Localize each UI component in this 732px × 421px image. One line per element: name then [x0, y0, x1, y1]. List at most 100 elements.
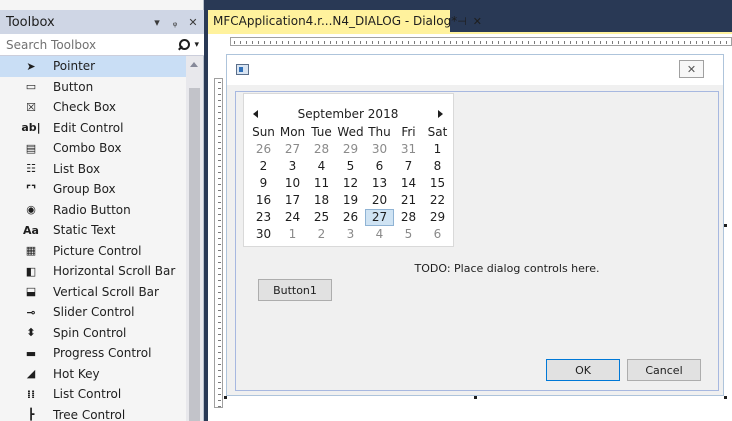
calendar-weekday: Tue — [311, 125, 332, 139]
cancel-button[interactable]: Cancel — [627, 359, 701, 381]
search-icon[interactable] — [176, 38, 191, 52]
calendar-day[interactable]: 1 — [423, 141, 452, 158]
calendar-day[interactable]: 13 — [365, 175, 394, 192]
chevron-down-icon[interactable]: ▾ — [150, 16, 164, 29]
calendar-day[interactable]: 1 — [278, 226, 307, 243]
calendar-day[interactable]: 30 — [365, 141, 394, 158]
toolbox-header: Toolbox ▾ ᵩ ✕ — [0, 10, 204, 34]
calendar-day[interactable]: 26 — [249, 141, 278, 158]
toolbox-item-slider-control[interactable]: ⊸ Slider Control — [0, 302, 186, 323]
calendar-day[interactable]: 4 — [365, 226, 394, 243]
ok-button[interactable]: OK — [546, 359, 620, 381]
close-icon[interactable]: ✕ — [186, 16, 200, 29]
calendar-day[interactable]: 9 — [249, 175, 278, 192]
calendar-day[interactable]: 28 — [307, 141, 336, 158]
calendar-day[interactable]: 31 — [394, 141, 423, 158]
calendar-day[interactable]: 12 — [336, 175, 365, 192]
toolbox-item-label: Hot Key — [53, 366, 100, 381]
toolbox-item-label: Combo Box — [53, 141, 122, 156]
toolbox-item-tree-control[interactable]: ┣ Tree Control — [0, 405, 186, 421]
month-calendar-control[interactable]: September 2018 Sun Mon Tue Wed Thu Fri Sat 26 27… — [243, 93, 454, 247]
calendar-day[interactable]: 20 — [365, 192, 394, 209]
checkbox-icon: ☒ — [26, 100, 36, 114]
toolbox-item-combo-box[interactable]: ▤ Combo Box — [0, 138, 186, 159]
toolbox-item-check-box[interactable]: ☒ Check Box — [0, 97, 186, 118]
tab-close-icon[interactable]: ✕ — [473, 15, 482, 28]
toolbox-item-horizontal-scroll-bar[interactable]: ◧ Horizontal Scroll Bar — [0, 261, 186, 282]
toolbox-item-spin-control[interactable]: ⬍ Spin Control — [0, 323, 186, 344]
calendar-day[interactable]: 22 — [423, 192, 452, 209]
toolbox-scrollbar[interactable] — [186, 56, 203, 421]
tab-pin-icon[interactable]: ⊣ — [457, 15, 467, 28]
calendar-day[interactable]: 5 — [336, 158, 365, 175]
toolbox-item-hot-key[interactable]: ◢ Hot Key — [0, 364, 186, 385]
calendar-day[interactable]: 24 — [278, 209, 307, 226]
toolbox-item-label: Vertical Scroll Bar — [53, 284, 159, 299]
calendar-day[interactable]: 28 — [394, 209, 423, 226]
calendar-day[interactable]: 8 — [423, 158, 452, 175]
calendar-day[interactable]: 7 — [394, 158, 423, 175]
calendar-day[interactable]: 29 — [423, 209, 452, 226]
calendar-day[interactable]: 6 — [365, 158, 394, 175]
toolbox-item-vertical-scroll-bar[interactable]: ⬓ Vertical Scroll Bar — [0, 282, 186, 303]
calendar-day[interactable]: 23 — [249, 209, 278, 226]
calendar-day[interactable]: 3 — [278, 158, 307, 175]
toolbox-item-group-box[interactable]: ⌜⌝ Group Box — [0, 179, 186, 200]
toolbox-item-list-box[interactable]: ☷ List Box — [0, 159, 186, 180]
todo-static-text[interactable]: TODO: Place dialog controls here. — [397, 262, 617, 275]
dialog-close-button[interactable]: ✕ — [679, 60, 704, 78]
scrollbar-thumb[interactable] — [189, 88, 200, 421]
calendar-day[interactable]: 16 — [249, 192, 278, 209]
resize-handle-bottom-right[interactable] — [724, 396, 727, 399]
calendar-day[interactable]: 14 — [394, 175, 423, 192]
toolbox-item-edit-control[interactable]: ab| Edit Control — [0, 118, 186, 139]
search-input[interactable] — [6, 37, 177, 52]
resize-handle-bottom-left[interactable] — [224, 396, 227, 399]
calendar-day[interactable]: 11 — [307, 175, 336, 192]
toolbox-item-label: Progress Control — [53, 346, 152, 361]
calendar-week-row: 30 1 2 3 4 5 6 — [249, 226, 453, 243]
calendar-day-today[interactable]: 27 — [365, 209, 394, 226]
scroll-up-arrow-icon[interactable] — [190, 62, 198, 67]
group-box-icon: ⌜⌝ — [25, 182, 37, 196]
calendar-day[interactable]: 4 — [307, 158, 336, 175]
calendar-day[interactable]: 2 — [307, 226, 336, 243]
calendar-week-row: 16 17 18 19 20 21 22 — [249, 192, 453, 209]
calendar-day[interactable]: 17 — [278, 192, 307, 209]
calendar-day[interactable]: 19 — [336, 192, 365, 209]
calendar-next-month-icon[interactable] — [438, 110, 443, 118]
calendar-day[interactable]: 21 — [394, 192, 423, 209]
resize-handle-bottom[interactable] — [474, 396, 477, 399]
vscroll-icon: ⬓ — [25, 285, 37, 299]
calendar-day[interactable]: 27 — [278, 141, 307, 158]
dialog-window[interactable]: ✕ September 2018 Sun Mon Tue Wed Thu Fri Sat 26… — [226, 54, 724, 396]
calendar-day[interactable]: 3 — [336, 226, 365, 243]
calendar-day[interactable]: 2 — [249, 158, 278, 175]
calendar-day[interactable]: 6 — [423, 226, 452, 243]
calendar-day[interactable]: 15 — [423, 175, 452, 192]
calendar-day[interactable]: 18 — [307, 192, 336, 209]
toolbox-item-pointer[interactable]: ➤ Pointer — [0, 56, 186, 77]
calendar-day[interactable]: 25 — [307, 209, 336, 226]
static-text-icon: Aa — [23, 223, 39, 237]
resize-handle-right[interactable] — [724, 224, 727, 227]
button1[interactable]: Button1 — [258, 279, 332, 301]
toolbox-item-static-text[interactable]: Aa Static Text — [0, 220, 186, 241]
calendar-day[interactable]: 29 — [336, 141, 365, 158]
calendar-day[interactable]: 5 — [394, 226, 423, 243]
radio-button-icon: ◉ — [26, 203, 36, 217]
toolbox-item-progress-control[interactable]: ▬ Progress Control — [0, 343, 186, 364]
toolbox-item-label: Static Text — [53, 223, 116, 238]
document-tab[interactable]: MFCApplication4.r...N4_DIALOG - Dialog* … — [208, 10, 482, 32]
toolbox-item-radio-button[interactable]: ◉ Radio Button — [0, 200, 186, 221]
pin-icon[interactable]: ᵩ — [168, 16, 182, 29]
calendar-day[interactable]: 30 — [249, 226, 278, 243]
calendar-day[interactable]: 10 — [278, 175, 307, 192]
toolbox-item-button[interactable]: ▭ Button — [0, 77, 186, 98]
toolbox-item-picture-control[interactable]: ▦ Picture Control — [0, 241, 186, 262]
calendar-month-title[interactable]: September 2018 — [258, 107, 438, 121]
toolbox-item-list-control[interactable]: ⁞⁞ List Control — [0, 384, 186, 405]
calendar-day[interactable]: 26 — [336, 209, 365, 226]
search-options-chevron-icon[interactable]: ▾ — [194, 40, 199, 50]
toolbox-item-label: List Control — [53, 387, 122, 402]
